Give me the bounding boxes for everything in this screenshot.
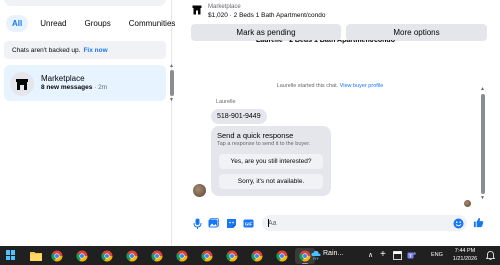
message-bubble: 518-901-9449 — [211, 109, 267, 124]
chrome-icon[interactable] — [297, 248, 312, 263]
weather-text[interactable]: Rain... — [323, 250, 343, 257]
backup-banner: Chats aren't backed up. Fix now — [4, 41, 166, 59]
text-caret — [268, 219, 269, 227]
file-explorer-icon[interactable] — [28, 248, 43, 263]
chat-unread-count: 8 new messages — [41, 84, 93, 91]
chat-started-text: Laurelle started this chat. — [276, 83, 339, 89]
read-receipt-avatar — [464, 200, 471, 207]
mark-pending-button[interactable]: Mark as pending — [191, 24, 341, 41]
sender-avatar — [193, 184, 206, 197]
scroll-up-arrow-icon[interactable]: ▲ — [480, 86, 485, 92]
chat-filters: All Unread Groups Communities — [6, 15, 181, 32]
chat-subtitle: 8 new messages · 2m — [41, 84, 107, 91]
rain-cloud-icon — [311, 250, 321, 260]
teams-icon[interactable]: T — [407, 251, 416, 260]
listing-title-partial: Laurelle · 2 Beds 1 Bath Apartment/condo — [256, 40, 395, 44]
message-input[interactable] — [262, 215, 442, 231]
filter-unread[interactable]: Unread — [34, 15, 72, 32]
fix-now-link[interactable]: Fix now — [83, 47, 107, 54]
message-composer: GIF — [176, 212, 500, 234]
thumbs-up-icon[interactable] — [473, 217, 484, 228]
photo-icon[interactable] — [208, 218, 219, 229]
filter-all[interactable]: All — [6, 15, 29, 32]
windows-taskbar: Rain... ∧ + T ENG 7:44 PM 1/21/2026 — [0, 246, 500, 265]
emoji-icon[interactable] — [453, 218, 464, 229]
storefront-icon — [10, 72, 34, 96]
windows-start-icon[interactable] — [6, 250, 16, 260]
chat-list-panel: All Unread Groups Communities Chats aren… — [0, 0, 175, 246]
clock-date: 1/21/2026 — [452, 255, 478, 262]
chrome-icon[interactable] — [149, 248, 164, 263]
message-input-container[interactable] — [262, 215, 467, 231]
plus-icon[interactable]: + — [380, 249, 386, 260]
quick-response-card: Send a quick response Tap a response to … — [211, 126, 331, 196]
more-options-button[interactable]: More options — [346, 24, 487, 41]
chat-name: Marketplace — [41, 74, 85, 83]
quick-response-title: Send a quick response — [217, 131, 294, 140]
search-field[interactable] — [4, 0, 166, 6]
chrome-icon[interactable] — [99, 248, 114, 263]
quick-reply-still-interested[interactable]: Yes, are you still interested? — [219, 154, 323, 169]
scroll-up-arrow-icon[interactable]: ▲ — [169, 63, 174, 69]
system-clock[interactable]: 7:44 PM 1/21/2026 — [448, 248, 482, 263]
chrome-icon[interactable] — [274, 248, 289, 263]
chrome-icon[interactable] — [174, 248, 189, 263]
gif-icon[interactable]: GIF — [243, 218, 254, 229]
filter-communities[interactable]: Communities — [123, 15, 182, 32]
svg-text:GIF: GIF — [245, 222, 253, 227]
scroll-down-arrow-icon[interactable]: ▼ — [169, 97, 174, 103]
microphone-icon[interactable] — [192, 218, 203, 229]
filter-groups[interactable]: Groups — [78, 15, 116, 32]
chrome-icon[interactable] — [49, 248, 64, 263]
conversation-title: Marketplace — [208, 4, 241, 10]
chevron-up-icon[interactable]: ∧ — [368, 251, 373, 259]
quick-response-subtitle: Tap a response to send it to the buyer. — [217, 141, 311, 147]
chat-list-scrollbar[interactable] — [170, 70, 174, 96]
svg-text:T: T — [409, 253, 412, 258]
quick-reply-not-available[interactable]: Sorry, it's not available. — [219, 174, 323, 189]
chrome-icon[interactable] — [124, 248, 139, 263]
language-indicator[interactable]: ENG — [431, 252, 443, 258]
storefront-icon — [192, 5, 202, 15]
chat-item-marketplace[interactable]: Marketplace 8 new messages · 2m — [4, 65, 166, 101]
sticker-icon[interactable] — [226, 218, 237, 229]
app-tray-icon[interactable] — [393, 251, 402, 260]
conversation-scrollbar[interactable] — [481, 94, 485, 194]
chrome-icon[interactable] — [249, 248, 264, 263]
notification-bell-icon[interactable] — [486, 251, 495, 260]
listing-subtitle[interactable]: $1,020 · 2 Beds 1 Bath Apartment/condo — [208, 12, 325, 19]
clock-time: 7:44 PM — [454, 248, 476, 254]
chrome-icon[interactable] — [199, 248, 214, 263]
conversation-panel: Marketplace $1,020 · 2 Beds 1 Bath Apart… — [176, 0, 500, 246]
chat-time: · 2m — [94, 84, 108, 91]
chrome-icon[interactable] — [74, 248, 89, 263]
active-indicator — [302, 263, 308, 264]
view-buyer-profile-link[interactable]: View buyer profile — [340, 83, 384, 89]
scroll-down-arrow-icon[interactable]: ▼ — [480, 195, 485, 201]
chat-started-notice: Laurelle started this chat. View buyer p… — [176, 83, 484, 89]
sender-name: Laurelle — [216, 99, 236, 105]
backup-banner-text: Chats aren't backed up. — [12, 46, 81, 54]
chrome-icon[interactable] — [224, 248, 239, 263]
